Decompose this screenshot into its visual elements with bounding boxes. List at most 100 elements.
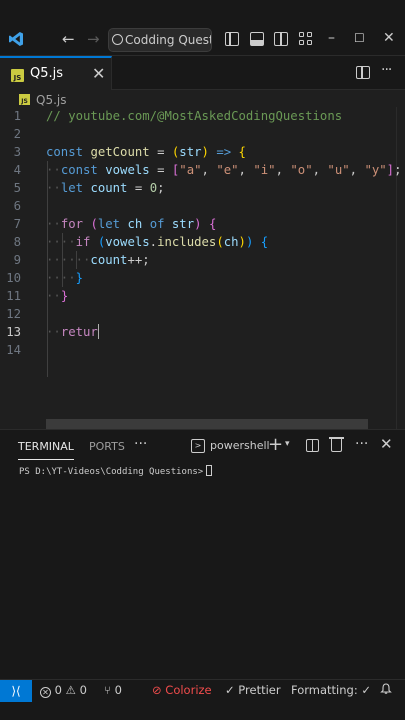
javascript-file-icon: JS — [19, 94, 30, 105]
code-line[interactable]: 4 ··const vowels = ["a", "e", "i", "o", "… — [0, 161, 405, 179]
code-token: "a" — [179, 163, 202, 177]
formatting-indicator[interactable]: Formatting: ✓ — [291, 683, 371, 697]
code-token: ·· — [46, 163, 61, 177]
code-token: { — [208, 217, 217, 231]
horizontal-scrollbar[interactable] — [46, 419, 368, 429]
terminal-name[interactable]: powershell — [210, 439, 270, 452]
code-line[interactable]: 12 — [0, 305, 405, 323]
ports-icon: ⑂ — [104, 683, 111, 697]
code-text: ··} — [46, 287, 68, 305]
terminal-panel: TERMINAL PORTS ··· > powershell + ▾ ··· … — [0, 429, 405, 679]
toggle-secondary-sidebar-icon[interactable] — [274, 32, 288, 46]
tab-terminal[interactable]: TERMINAL — [18, 440, 74, 460]
toggle-panel-icon[interactable] — [250, 32, 264, 46]
split-editor-icon[interactable] — [356, 66, 370, 79]
code-line[interactable]: 11 ··} — [0, 287, 405, 305]
code-token: getCount — [90, 145, 150, 159]
minimize-button[interactable]: – — [328, 30, 335, 46]
code-text: ··retur — [46, 323, 100, 341]
code-line[interactable]: 1 // youtube.com/@MostAskedCodingQuestion… — [0, 107, 405, 125]
code-line[interactable]: 10 ····} — [0, 269, 405, 287]
error-icon: ✕ — [40, 687, 51, 698]
customize-layout-icon[interactable] — [299, 32, 313, 46]
colorize-indicator[interactable]: ⊘ Colorize — [152, 683, 212, 697]
code-line[interactable]: 6 — [0, 197, 405, 215]
code-text: ··const vowels = ["a", "e", "i", "o", "u… — [46, 161, 401, 179]
code-token: "u" — [327, 163, 350, 177]
code-line[interactable]: 3 const getCount = (str) => { — [0, 143, 405, 161]
code-token: ch — [223, 235, 239, 249]
close-tab-icon[interactable]: ✕ — [92, 64, 105, 83]
code-token: , — [349, 163, 365, 177]
split-terminal-icon[interactable] — [306, 439, 319, 452]
code-text: ······count++; — [46, 251, 150, 269]
search-icon — [112, 34, 123, 45]
code-token: = — [127, 181, 150, 195]
code-token: , — [201, 163, 217, 177]
remote-indicator-button[interactable]: ⟩⟨ — [0, 680, 32, 702]
new-terminal-icon[interactable]: + — [268, 434, 283, 455]
code-token: "i" — [253, 163, 276, 177]
toggle-sidebar-icon[interactable] — [225, 32, 239, 46]
code-token: str — [171, 217, 195, 231]
code-text: const getCount = (str) => { — [46, 143, 246, 161]
back-arrow-icon[interactable]: ← — [62, 32, 75, 47]
code-line[interactable]: 2 — [0, 125, 405, 143]
code-line[interactable]: 5 ··let count = 0; — [0, 179, 405, 197]
code-token: "o" — [290, 163, 313, 177]
code-token: ) — [194, 217, 202, 231]
command-center-search[interactable]: Codding Questio — [108, 28, 212, 52]
code-token: ] — [386, 163, 395, 177]
check-icon: ✓ — [225, 683, 235, 697]
tab-ports[interactable]: PORTS — [89, 440, 125, 453]
panel-more-tabs-icon[interactable]: ··· — [134, 436, 147, 452]
code-token: ······ — [46, 253, 91, 267]
maximize-button[interactable]: ☐ — [354, 30, 365, 46]
code-line[interactable]: 8 ····if (vowels.includes(ch)) { — [0, 233, 405, 251]
line-number: 12 — [6, 307, 21, 321]
prettier-indicator[interactable]: ✓ Prettier — [225, 683, 281, 697]
line-number: 11 — [6, 289, 21, 303]
code-line[interactable]: 7 ··for (let ch of str) { — [0, 215, 405, 233]
status-bar: ⟩⟨ ✕ 0 ⚠ 0 ⑂ 0 ⊘ Colorize ✓ Prettier For… — [0, 679, 405, 720]
panel-more-actions-icon[interactable]: ··· — [355, 436, 368, 452]
code-editor[interactable]: 1 // youtube.com/@MostAskedCodingQuestion… — [0, 107, 405, 429]
code-text: ··let count = 0; — [46, 179, 165, 197]
code-token: = — [149, 145, 172, 159]
chevron-down-icon[interactable]: ▾ — [285, 439, 290, 449]
line-number: 14 — [6, 343, 21, 357]
line-number: 10 — [6, 271, 21, 285]
line-number: 13 — [6, 325, 21, 339]
code-token: . — [149, 235, 158, 249]
code-token: vowels — [105, 235, 150, 249]
code-token: => — [216, 145, 232, 159]
tab-q5-js[interactable]: JS Q5.js ✕ — [0, 56, 112, 90]
more-actions-icon[interactable]: ··· — [381, 62, 392, 78]
close-panel-icon[interactable]: ✕ — [380, 435, 393, 453]
code-line[interactable]: 14 — [0, 341, 405, 359]
terminal-prompt-line[interactable]: PS D:\YT-Videos\Codding Questions> — [19, 465, 213, 477]
code-token: ···· — [46, 271, 76, 285]
code-text: ····} — [46, 269, 83, 287]
error-count: 0 — [54, 683, 62, 697]
bell-icon[interactable] — [380, 683, 392, 695]
line-number: 4 — [13, 163, 21, 177]
close-window-button[interactable]: ✕ — [383, 30, 395, 46]
line-number: 9 — [13, 253, 21, 267]
breadcrumb-file[interactable]: Q5.js — [36, 93, 66, 107]
trash-icon[interactable] — [329, 437, 344, 452]
warning-count: 0 — [79, 683, 87, 697]
line-number: 2 — [13, 127, 21, 141]
code-token: "y" — [364, 163, 387, 177]
code-token: str — [179, 145, 202, 159]
problems-indicator[interactable]: ✕ 0 ⚠ 0 — [40, 683, 87, 698]
terminal-icon: > — [191, 439, 205, 453]
code-line[interactable]: 9 ······count++; — [0, 251, 405, 269]
ports-indicator[interactable]: ⑂ 0 — [104, 683, 122, 697]
forward-arrow-icon[interactable]: → — [87, 32, 100, 47]
terminal-prompt: PS D:\YT-Videos\Codding Questions> — [19, 467, 204, 477]
code-line[interactable]: 13 ··retur — [0, 323, 405, 341]
